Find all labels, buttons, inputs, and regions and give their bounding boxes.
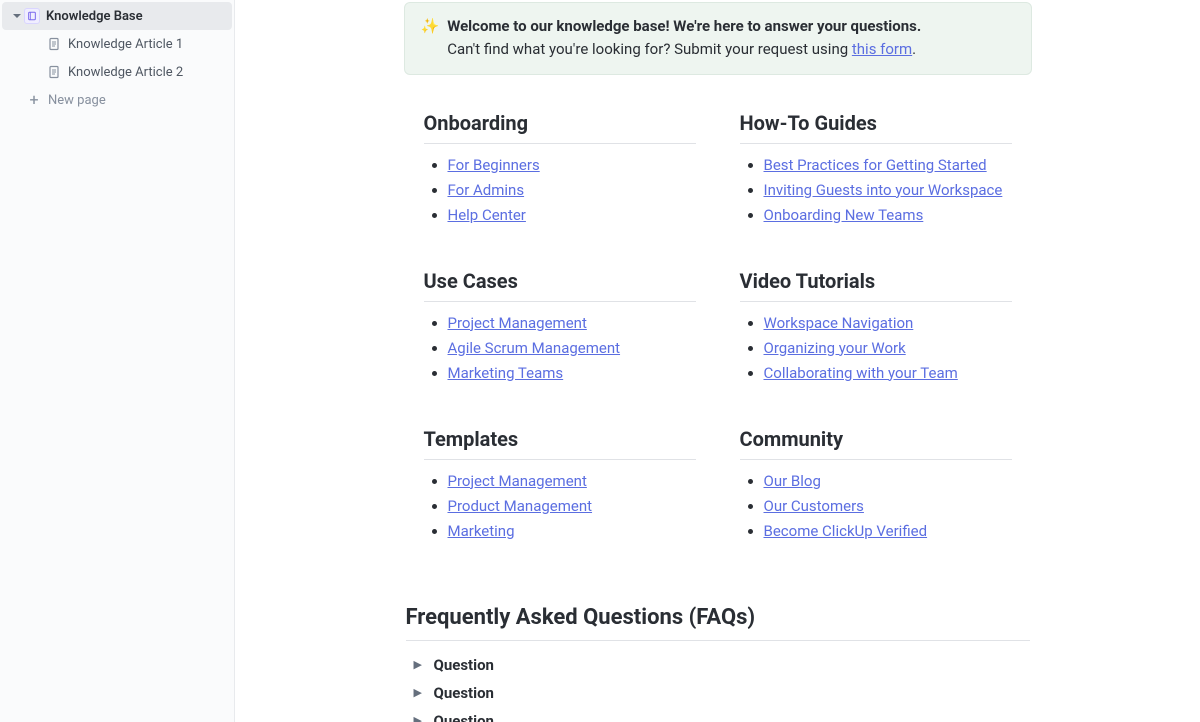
link-agile-scrum[interactable]: Agile Scrum Management [448, 339, 621, 357]
sidebar: Knowledge Base Knowledge Article 1 Knowl… [0, 0, 235, 722]
faq-item[interactable]: ▶ Question [406, 679, 1030, 707]
link-for-beginners[interactable]: For Beginners [448, 156, 540, 174]
link-tpl-project[interactable]: Project Management [448, 472, 587, 490]
caret-down-icon[interactable] [10, 11, 24, 21]
document-icon [46, 36, 62, 52]
list-item: For Beginners [448, 156, 696, 174]
banner-form-link[interactable]: this form [852, 40, 912, 58]
sidebar-item-article-1[interactable]: Knowledge Article 1 [2, 30, 232, 58]
section-title: How-To Guides [740, 111, 1012, 144]
link-help-center[interactable]: Help Center [448, 206, 526, 224]
list-item: Our Customers [764, 497, 1012, 515]
sidebar-item-article-2[interactable]: Knowledge Article 2 [2, 58, 232, 86]
list-item: Marketing [448, 522, 696, 540]
sidebar-item-knowledge-base[interactable]: Knowledge Base [2, 2, 232, 30]
list-item: Organizing your Work [764, 339, 1012, 357]
link-clickup-verified[interactable]: Become ClickUp Verified [764, 522, 928, 540]
section-title: Use Cases [424, 269, 696, 302]
caret-right-icon: ▶ [414, 686, 428, 699]
sparkle-icon: ✨ [421, 15, 440, 62]
sidebar-root-label: Knowledge Base [46, 9, 143, 24]
banner-line2-suffix: . [912, 40, 916, 58]
link-onboarding-teams[interactable]: Onboarding New Teams [764, 206, 924, 224]
faq-title: Frequently Asked Questions (FAQs) [406, 605, 1030, 641]
link-workspace-nav[interactable]: Workspace Navigation [764, 314, 914, 332]
list-item: Product Management [448, 497, 696, 515]
sidebar-new-page[interactable]: + New page [2, 86, 232, 114]
list-item: Project Management [448, 314, 696, 332]
section-onboarding: Onboarding For Beginners For Admins Help… [424, 111, 696, 231]
faq-section: Frequently Asked Questions (FAQs) ▶ Ques… [404, 605, 1032, 722]
section-usecases: Use Cases Project Management Agile Scrum… [424, 269, 696, 389]
list-item: Inviting Guests into your Workspace [764, 181, 1012, 199]
link-marketing-teams[interactable]: Marketing Teams [448, 364, 564, 382]
link-our-customers[interactable]: Our Customers [764, 497, 864, 515]
welcome-banner: ✨ Welcome to our knowledge base! We're h… [404, 2, 1032, 75]
section-community: Community Our Blog Our Customers Become … [740, 427, 1012, 547]
list-item: Collaborating with your Team [764, 364, 1012, 382]
document-icon [46, 64, 62, 80]
book-icon [24, 8, 40, 24]
link-inviting-guests[interactable]: Inviting Guests into your Workspace [764, 181, 1003, 199]
caret-right-icon: ▶ [414, 714, 428, 722]
link-tpl-marketing[interactable]: Marketing [448, 522, 515, 540]
section-title: Community [740, 427, 1012, 460]
faq-label: Question [434, 684, 494, 702]
list-item: Become ClickUp Verified [764, 522, 1012, 540]
sidebar-child-label: Knowledge Article 1 [68, 37, 183, 52]
link-project-mgmt[interactable]: Project Management [448, 314, 587, 332]
plus-icon: + [26, 92, 42, 108]
link-best-practices[interactable]: Best Practices for Getting Started [764, 156, 987, 174]
link-organizing-work[interactable]: Organizing your Work [764, 339, 906, 357]
list-item: Marketing Teams [448, 364, 696, 382]
faq-item[interactable]: ▶ Question [406, 707, 1030, 722]
section-title: Templates [424, 427, 696, 460]
section-howto: How-To Guides Best Practices for Getting… [740, 111, 1012, 231]
banner-bold: Welcome to our knowledge base! We're her… [447, 17, 921, 35]
new-page-label: New page [48, 93, 106, 108]
list-item: Onboarding New Teams [764, 206, 1012, 224]
list-item: Our Blog [764, 472, 1012, 490]
main-content: ✨ Welcome to our knowledge base! We're h… [235, 0, 1200, 722]
faq-label: Question [434, 712, 494, 722]
list-item: For Admins [448, 181, 696, 199]
caret-right-icon: ▶ [414, 658, 428, 671]
list-item: Workspace Navigation [764, 314, 1012, 332]
link-for-admins[interactable]: For Admins [448, 181, 525, 199]
link-our-blog[interactable]: Our Blog [764, 472, 821, 490]
section-video: Video Tutorials Workspace Navigation Org… [740, 269, 1012, 389]
link-tpl-product[interactable]: Product Management [448, 497, 593, 515]
section-title: Video Tutorials [740, 269, 1012, 302]
list-item: Agile Scrum Management [448, 339, 696, 357]
list-item: Project Management [448, 472, 696, 490]
faq-label: Question [434, 656, 494, 674]
section-title: Onboarding [424, 111, 696, 144]
faq-item[interactable]: ▶ Question [406, 651, 1030, 679]
list-item: Best Practices for Getting Started [764, 156, 1012, 174]
sidebar-child-label: Knowledge Article 2 [68, 65, 183, 80]
banner-text: Welcome to our knowledge base! We're her… [447, 15, 921, 62]
banner-line2-prefix: Can't find what you're looking for? Subm… [447, 40, 852, 58]
link-collaborating[interactable]: Collaborating with your Team [764, 364, 958, 382]
list-item: Help Center [448, 206, 696, 224]
section-templates: Templates Project Management Product Man… [424, 427, 696, 547]
